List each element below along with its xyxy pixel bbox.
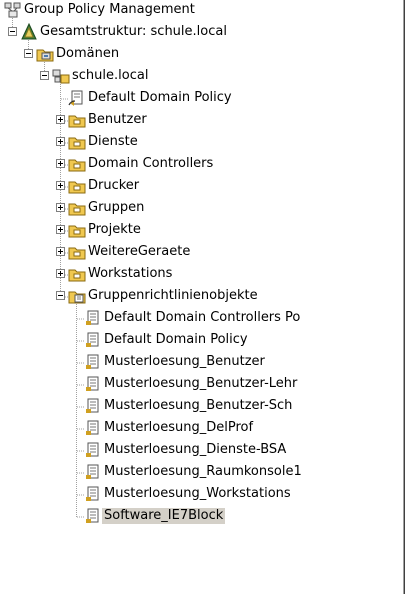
tree-item-ou-benutzer[interactable]: Benutzer	[0, 110, 402, 132]
gpmc-root-icon	[4, 1, 22, 19]
item-label: Default Domain Policy	[104, 332, 248, 347]
tree-item-ou-workstations[interactable]: Workstations	[0, 264, 402, 286]
tree-item-gpo[interactable]: Musterloesung_Workstations	[0, 484, 402, 506]
expand-toggle[interactable]	[56, 181, 65, 190]
tree-item-forest[interactable]: Gesamtstruktur: schule.local	[0, 22, 402, 44]
collapse-toggle[interactable]	[8, 27, 17, 36]
item-label: Musterloesung_Raumkonsole1	[104, 464, 302, 479]
expand-toggle[interactable]	[56, 225, 65, 234]
expand-toggle[interactable]	[56, 203, 65, 212]
gpo-icon	[84, 309, 102, 327]
tree-item-gpo[interactable]: Musterloesung_Benutzer-Sch	[0, 396, 402, 418]
item-label: Gruppen	[88, 200, 145, 215]
domains-folder-icon	[36, 45, 54, 63]
tree-item-ou-drucker[interactable]: Drucker	[0, 176, 402, 198]
gpo-icon	[84, 441, 102, 459]
item-label: Software_IE7Block	[102, 508, 226, 524]
item-label: Dienste	[88, 134, 138, 149]
item-label: Drucker	[88, 178, 140, 193]
expand-toggle[interactable]	[56, 159, 65, 168]
expand-toggle[interactable]	[56, 137, 65, 146]
gpo-icon	[84, 353, 102, 371]
ou-folder-icon	[68, 133, 86, 151]
collapse-toggle[interactable]	[56, 291, 65, 300]
ou-folder-icon	[68, 243, 86, 261]
forest-icon	[20, 22, 38, 41]
domains-label: Domänen	[56, 46, 120, 61]
tree-item-gpo[interactable]: Musterloesung_Benutzer	[0, 352, 402, 374]
tree-item-gpo-container[interactable]: Gruppenrichtlinienobjekte	[0, 286, 402, 308]
ou-folder-icon	[68, 155, 86, 173]
forest-label: Gesamtstruktur: schule.local	[40, 24, 227, 39]
gpo-icon	[84, 331, 102, 349]
gpo-icon	[84, 507, 102, 525]
item-label: Musterloesung_Benutzer	[104, 354, 265, 369]
collapse-toggle[interactable]	[24, 49, 33, 58]
tree-item-ou-gruppen[interactable]: Gruppen	[0, 198, 402, 220]
item-label: Musterloesung_Dienste-BSA	[104, 442, 287, 457]
expand-toggle[interactable]	[56, 247, 65, 256]
tree-item-domain[interactable]: schule.local	[0, 66, 402, 88]
gpo-link-icon	[68, 89, 86, 107]
gpo-icon	[84, 463, 102, 481]
expand-toggle[interactable]	[56, 269, 65, 278]
item-label: Musterloesung_Workstations	[104, 486, 291, 501]
tree-item-domains[interactable]: Domänen	[0, 44, 402, 66]
item-label: WeitereGeraete	[88, 244, 191, 259]
tree-item-ou-domain-controllers[interactable]: Domain Controllers	[0, 154, 402, 176]
item-label: Default Domain Policy	[88, 90, 232, 105]
tree-item-gpo[interactable]: Default Domain Controllers Po	[0, 308, 402, 330]
ou-folder-icon	[68, 199, 86, 217]
gpo-icon	[84, 485, 102, 503]
pane-divider[interactable]	[403, 0, 405, 594]
domain-icon	[52, 67, 70, 85]
tree-item-ou-dienste[interactable]: Dienste	[0, 132, 402, 154]
gpo-icon	[84, 419, 102, 437]
item-label: Musterloesung_DelProf	[104, 420, 254, 435]
root-label: Group Policy Management	[24, 2, 195, 17]
item-label: Default Domain Controllers Po	[104, 310, 301, 325]
item-label: Domain Controllers	[88, 156, 214, 171]
item-label: Musterloesung_Benutzer-Lehr	[104, 376, 298, 391]
item-label: Benutzer	[88, 112, 147, 127]
item-label: Gruppenrichtlinienobjekte	[88, 288, 258, 303]
tree-item-ou-weiteregeraete[interactable]: WeitereGeraete	[0, 242, 402, 264]
tree-item-root[interactable]: Group Policy Management	[0, 0, 402, 22]
gpmc-tree-view[interactable]: Group Policy Management Gesamtstruktur: …	[0, 0, 402, 594]
gpo-icon	[84, 397, 102, 415]
domain-label: schule.local	[72, 68, 149, 83]
item-label: Musterloesung_Benutzer-Sch	[104, 398, 293, 413]
tree-item-gpo-selected[interactable]: Software_IE7Block	[0, 506, 402, 528]
ou-folder-icon	[68, 111, 86, 129]
ou-folder-icon	[68, 265, 86, 283]
tree-item-default-domain-policy-link[interactable]: Default Domain Policy	[0, 88, 402, 110]
tree-item-gpo[interactable]: Default Domain Policy	[0, 330, 402, 352]
expand-toggle[interactable]	[56, 115, 65, 124]
item-label: Projekte	[88, 222, 141, 237]
ou-folder-icon	[68, 221, 86, 239]
tree-item-gpo[interactable]: Musterloesung_DelProf	[0, 418, 402, 440]
item-label: Workstations	[88, 266, 173, 281]
tree-item-ou-projekte[interactable]: Projekte	[0, 220, 402, 242]
tree-item-gpo[interactable]: Musterloesung_Dienste-BSA	[0, 440, 402, 462]
tree-item-gpo[interactable]: Musterloesung_Benutzer-Lehr	[0, 374, 402, 396]
gpo-container-icon	[68, 287, 86, 305]
gpo-icon	[84, 375, 102, 393]
ou-folder-icon	[68, 177, 86, 195]
collapse-toggle[interactable]	[40, 71, 49, 80]
tree-item-gpo[interactable]: Musterloesung_Raumkonsole1	[0, 462, 402, 484]
